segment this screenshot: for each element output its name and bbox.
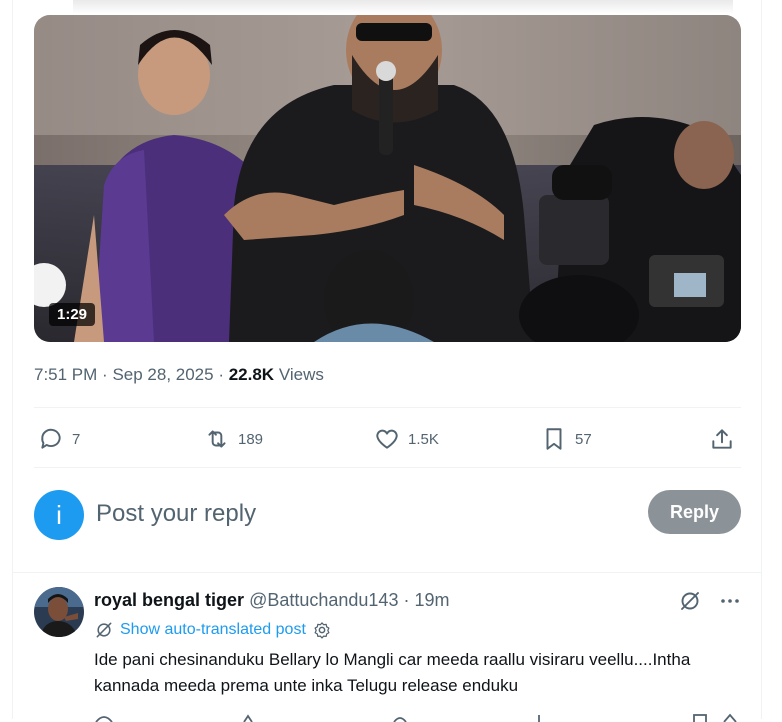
post-time[interactable]: 19m	[414, 590, 449, 610]
divider	[13, 572, 761, 573]
tweet-timestamp[interactable]: 7:51 PM · Sep 28, 2025 · 22.8K Views	[34, 365, 324, 385]
like-count: 1.5K	[408, 430, 439, 448]
divider	[34, 407, 741, 408]
meta-dot: ·	[102, 365, 113, 384]
avatar-image	[34, 587, 84, 637]
views-label: Views	[278, 365, 324, 384]
repost-icon	[208, 430, 226, 448]
video-player[interactable]: 1:29	[34, 15, 741, 342]
video-frame	[34, 15, 741, 342]
reply-header: royal bengal tiger @Battuchandu143 · 19m	[94, 590, 450, 611]
like-action[interactable]: 1.5K	[374, 420, 439, 458]
grok-icon[interactable]	[678, 589, 702, 613]
meta-dot: ·	[403, 590, 410, 610]
more-icon[interactable]	[718, 589, 742, 613]
avatar[interactable]: i	[34, 490, 84, 540]
bookmark-action[interactable]: 57	[541, 420, 592, 458]
share-icon	[712, 429, 732, 449]
meta-dot: ·	[218, 365, 229, 384]
gear-icon[interactable]	[312, 620, 332, 640]
previous-content-edge	[73, 0, 733, 14]
tweet-column: 1:29 7:51 PM · Sep 28, 2025 · 22.8K View…	[12, 0, 762, 722]
video-duration: 1:29	[49, 303, 96, 326]
reply-count: 7	[72, 430, 81, 448]
views-count: 22.8K	[228, 365, 275, 384]
reply-action[interactable]: 7	[38, 420, 80, 458]
divider	[34, 467, 741, 468]
author-handle[interactable]: @Battuchandu143	[249, 590, 398, 610]
reply-input[interactable]: Post your reply	[96, 500, 256, 528]
share-action[interactable]	[709, 420, 743, 458]
tweet-date[interactable]: Sep 28, 2025	[112, 365, 213, 384]
action-bar: 7 189 1.5K 57	[34, 420, 741, 458]
repost-action[interactable]: 189	[204, 420, 263, 458]
bookmark-count: 57	[575, 430, 592, 448]
repost-count: 189	[238, 430, 264, 448]
post-text: Ide pani chesinanduku Bellary lo Mangli …	[94, 650, 691, 695]
post-icons	[678, 589, 742, 613]
translate-label[interactable]: Show auto-translated post	[120, 621, 306, 639]
reply-composer: i Post your reply Reply	[34, 490, 741, 540]
translate-link[interactable]: Show auto-translated post	[94, 620, 332, 640]
translate-icon	[96, 622, 112, 638]
author-name[interactable]: royal bengal tiger	[94, 590, 244, 610]
tweet-time[interactable]: 7:51 PM	[34, 365, 97, 384]
avatar[interactable]	[34, 587, 84, 637]
reply-icon	[41, 428, 61, 449]
like-icon	[376, 429, 398, 449]
next-action-bar-partial	[95, 713, 737, 722]
reply-button[interactable]: Reply	[648, 490, 741, 534]
bookmark-icon	[546, 428, 562, 450]
